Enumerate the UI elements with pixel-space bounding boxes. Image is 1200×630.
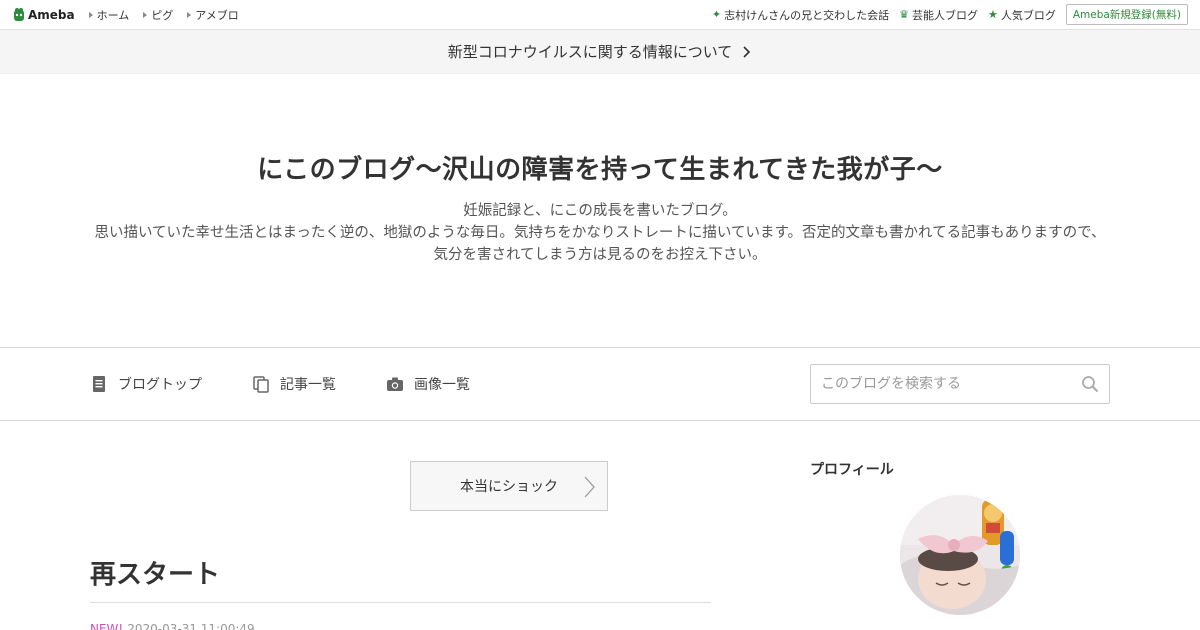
blog-description-line: 思い描いていた幸せ生活とはまったく逆の、地獄のような毎日。気持ちをかなりストレー… xyxy=(94,225,1106,241)
trending-topic-label: 志村けんさんの兄と交わした会話 xyxy=(724,8,890,22)
entry-meta: NEW! 2020-03-31 11:00:49 xyxy=(90,622,255,630)
copy-icon xyxy=(253,376,269,393)
theme-label: 本当にショック xyxy=(460,479,558,495)
popular-blog-link[interactable]: ★ 人気ブログ xyxy=(988,7,1056,23)
chevron-right-icon xyxy=(584,476,595,498)
celebrity-blog-link[interactable]: ♛ 芸能人ブログ xyxy=(899,7,978,23)
nav-blog-top[interactable]: ブログトップ xyxy=(90,374,202,394)
avatar[interactable] xyxy=(900,495,1020,615)
nav-article-list[interactable]: 記事一覧 xyxy=(252,374,336,394)
blog-nav: ブログトップ 記事一覧 画像一覧 xyxy=(0,347,1200,421)
document-icon xyxy=(93,376,105,392)
main-content: 本当にショック 再スタート NEW! 2020-03-31 11:00:49 プロ… xyxy=(0,421,1200,630)
new-badge: NEW! xyxy=(90,622,124,630)
entry-divider xyxy=(90,602,711,603)
nav-pigg-label: ピグ xyxy=(151,8,174,22)
nav-ameblo-label: アメブロ xyxy=(195,8,239,22)
blog-description: 妊娠記録と、にこの成長を書いたブログ。 思い描いていた幸せ生活とはまったく逆の、… xyxy=(94,200,1105,266)
chevron-right-icon xyxy=(743,45,751,58)
nav-home-label: ホーム xyxy=(96,8,130,22)
nav-image-list-label: 画像一覧 xyxy=(414,377,470,393)
crown-icon: ♛ xyxy=(899,8,909,21)
blog-search-box xyxy=(810,364,1110,404)
trending-topic-link[interactable]: ✦ 志村けんさんの兄と交わした会話 xyxy=(712,7,889,23)
ameba-logo-text: Ameba xyxy=(28,7,75,22)
covid-notice-label: 新型コロナウイルスに関する情報について xyxy=(447,43,733,61)
nav-image-list[interactable]: 画像一覧 xyxy=(386,374,470,394)
ameba-logo-icon xyxy=(14,7,24,21)
triangle-right-icon xyxy=(88,11,93,18)
nav-pigg-link[interactable]: ピグ xyxy=(143,7,173,23)
nav-article-list-label: 記事一覧 xyxy=(280,377,336,393)
theme-link-button[interactable]: 本当にショック xyxy=(410,461,608,511)
blog-search-input[interactable] xyxy=(821,376,1081,392)
profile-heading: プロフィール xyxy=(810,462,894,478)
global-header: Ameba ホーム ピグ アメブロ ✦ 志村けんさんの兄と交わした会話 ♛ 芸能… xyxy=(0,0,1200,30)
search-icon[interactable] xyxy=(1081,375,1099,393)
covid-notice-bar[interactable]: 新型コロナウイルスに関する情報について xyxy=(0,30,1200,74)
blog-description-line: 気分を害されてしまう方は見るのをお控え下さい。 xyxy=(433,247,767,263)
blog-description-line: 妊娠記録と、にこの成長を書いたブログ。 xyxy=(463,203,737,219)
nav-ameblo-link[interactable]: アメブロ xyxy=(187,7,239,23)
ameba-logo[interactable]: Ameba xyxy=(12,7,75,23)
nav-blog-top-label: ブログトップ xyxy=(118,377,202,393)
register-button[interactable]: Ameba新規登録(無料) xyxy=(1065,4,1188,25)
global-right-links: ✦ 志村けんさんの兄と交わした会話 ♛ 芸能人ブログ ★ 人気ブログ Ameba… xyxy=(712,4,1188,25)
star-icon: ★ xyxy=(987,8,998,21)
sparkle-icon: ✦ xyxy=(711,8,722,21)
blog-title[interactable]: にこのブログ～沢山の障害を持って生まれてきた我が子～ xyxy=(257,149,943,186)
blog-header: にこのブログ～沢山の障害を持って生まれてきた我が子～ 妊娠記録と、にこの成長を書… xyxy=(0,74,1200,347)
popular-blog-label: 人気ブログ xyxy=(1000,8,1056,22)
profile-photo xyxy=(900,495,1020,615)
triangle-right-icon xyxy=(187,11,192,18)
entry-date: 2020-03-31 11:00:49 xyxy=(127,622,255,630)
nav-home-link[interactable]: ホーム xyxy=(88,7,130,23)
global-nav: ホーム ピグ アメブロ xyxy=(88,7,239,23)
camera-icon xyxy=(387,377,403,391)
triangle-right-icon xyxy=(143,11,148,18)
celebrity-blog-label: 芸能人ブログ xyxy=(911,8,978,22)
entry-title[interactable]: 再スタート xyxy=(90,554,220,591)
